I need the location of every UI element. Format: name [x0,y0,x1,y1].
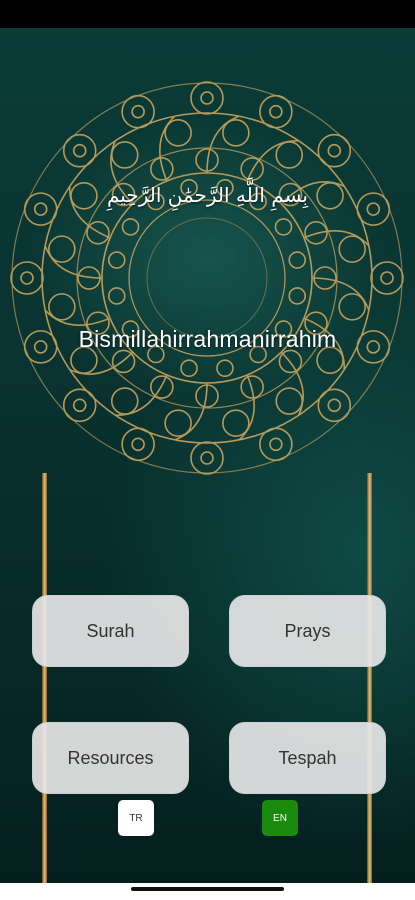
home-indicator[interactable] [131,887,284,891]
right-gold-pillar [367,473,372,883]
surah-button[interactable]: Surah [32,595,189,667]
left-gold-pillar [42,473,47,883]
tespah-button[interactable]: Tespah [229,722,386,794]
prays-button[interactable]: Prays [229,595,386,667]
status-bar [0,0,415,28]
language-en-button[interactable]: EN [262,800,298,836]
mandala-ornament [10,81,404,475]
resources-button[interactable]: Resources [32,722,189,794]
arabic-basmala: بِسمِ اللَّهِ الرَّحمَٰنِ الرَّحِيمِ [106,183,308,207]
page-title: Bismillahirrahmanirrahim [78,326,337,352]
language-tr-button[interactable]: TR [118,800,154,836]
